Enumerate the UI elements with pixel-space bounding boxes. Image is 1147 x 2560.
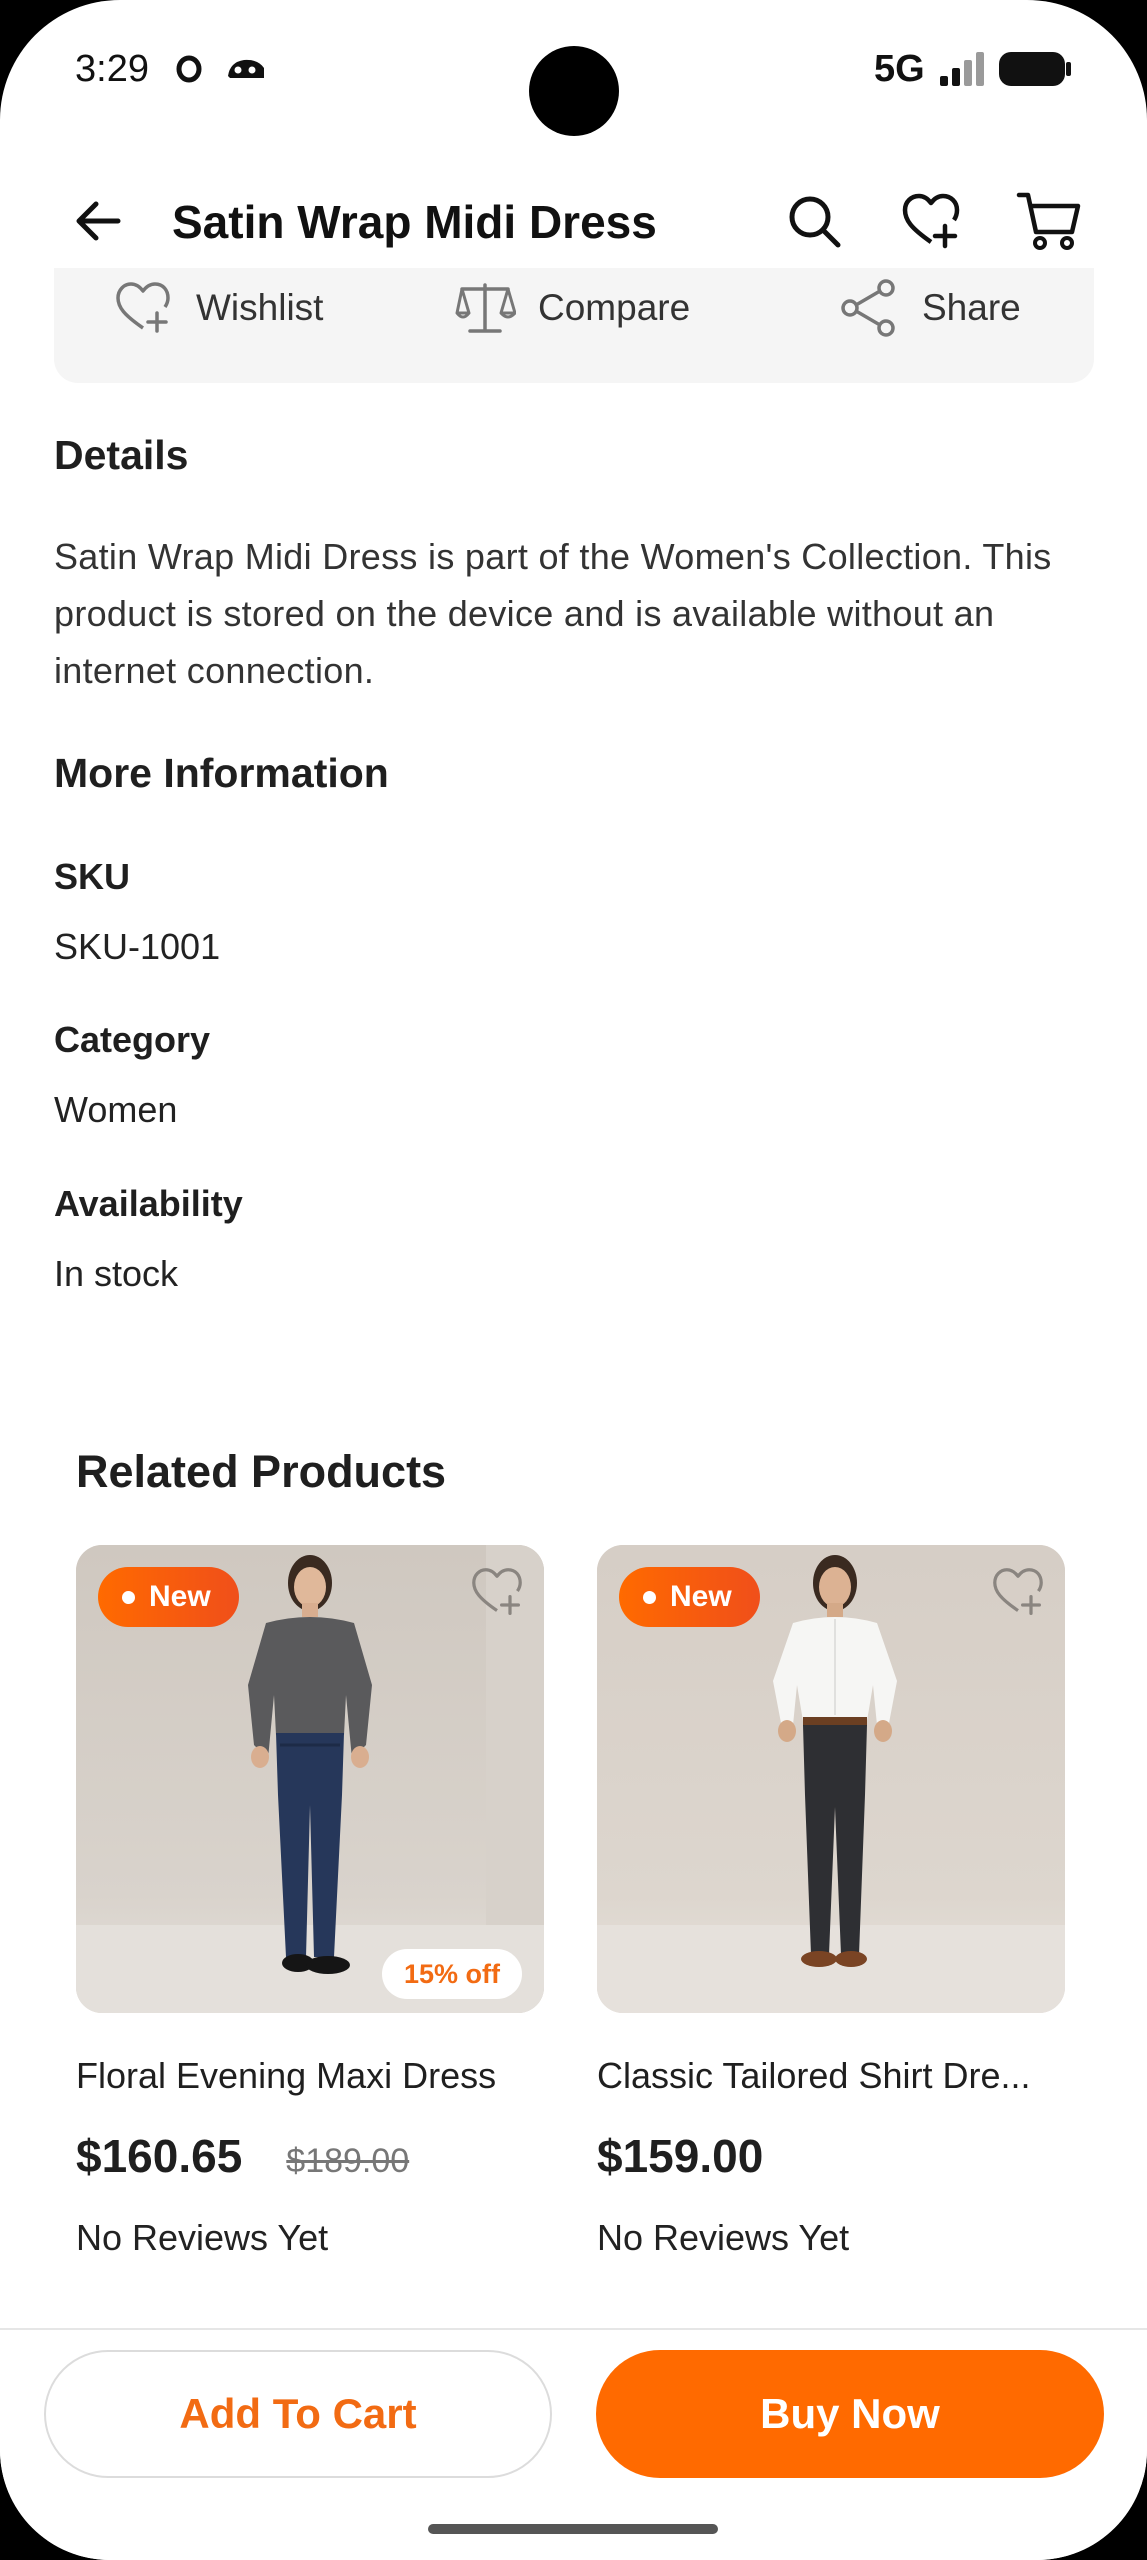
new-badge: New bbox=[98, 1567, 239, 1627]
category-value: Women bbox=[54, 1089, 178, 1130]
front-camera bbox=[529, 46, 619, 136]
new-badge: New bbox=[619, 1567, 760, 1627]
search-button[interactable] bbox=[776, 183, 852, 259]
product-old-price: $189.00 bbox=[286, 2142, 410, 2180]
home-indicator[interactable] bbox=[428, 2524, 718, 2534]
cart-button[interactable] bbox=[1011, 183, 1087, 259]
related-product-card[interactable]: New Classic Tailored Shirt Dre... $159.0… bbox=[597, 1545, 1065, 2259]
phone-screen: 3:29 5G Satin Wrap Midi Dress Wishlist C… bbox=[0, 0, 1147, 2560]
product-image[interactable]: New 15% off bbox=[76, 1545, 544, 2013]
sku-value: SKU-1001 bbox=[54, 926, 221, 967]
compare-action[interactable]: Compare bbox=[454, 268, 690, 348]
price-row: $159.00 bbox=[597, 2129, 1065, 2183]
new-badge-label: New bbox=[149, 1580, 211, 1613]
status-time: 3:29 bbox=[75, 48, 149, 90]
badge-dot bbox=[643, 1590, 656, 1604]
new-badge-label: New bbox=[670, 1580, 732, 1613]
price-row: $160.65 $189.00 bbox=[76, 2129, 544, 2183]
wishlist-action-label: Wishlist bbox=[196, 287, 324, 328]
card-wishlist-button[interactable] bbox=[987, 1561, 1049, 1623]
share-icon bbox=[838, 277, 900, 339]
related-products-heading: Related Products bbox=[76, 1446, 447, 1497]
availability-value: In stock bbox=[54, 1253, 179, 1294]
availability-label: Availability bbox=[54, 1183, 243, 1224]
related-product-card[interactable]: New 15% off Floral Evening Maxi Dress $1… bbox=[76, 1545, 544, 2259]
status-bar: 3:29 5G bbox=[0, 0, 1147, 150]
notification-circle-icon bbox=[176, 55, 202, 83]
product-image[interactable]: New bbox=[597, 1545, 1065, 2013]
compare-action-label: Compare bbox=[538, 287, 691, 328]
add-to-cart-button[interactable]: Add To Cart bbox=[44, 2350, 552, 2478]
discount-badge: 15% off bbox=[381, 1949, 522, 1999]
cart-icon bbox=[1016, 192, 1081, 250]
sku-label: SKU bbox=[54, 856, 131, 897]
heart-plus-icon bbox=[112, 277, 174, 339]
heart-plus-icon bbox=[902, 193, 960, 249]
details-text: Satin Wrap Midi Dress is part of the Wom… bbox=[54, 536, 1052, 691]
battery-icon bbox=[999, 52, 1071, 86]
share-action[interactable]: Share bbox=[838, 268, 1021, 348]
product-price: $159.00 bbox=[597, 2130, 764, 2182]
network-type: 5G bbox=[874, 48, 925, 90]
page-title: Satin Wrap Midi Dress bbox=[172, 196, 657, 248]
share-action-label: Share bbox=[922, 287, 1021, 328]
product-reviews: No Reviews Yet bbox=[76, 2217, 329, 2258]
card-wishlist-button[interactable] bbox=[466, 1561, 528, 1623]
heart-plus-icon bbox=[472, 1568, 522, 1615]
product-price: $160.65 bbox=[76, 2130, 243, 2182]
signal-strength-icon bbox=[940, 52, 984, 86]
details-heading: Details bbox=[54, 432, 189, 478]
heart-plus-icon bbox=[993, 1568, 1043, 1615]
product-reviews: No Reviews Yet bbox=[597, 2217, 850, 2258]
wishlist-action[interactable]: Wishlist bbox=[112, 268, 323, 348]
more-info-heading: More Information bbox=[54, 750, 389, 796]
wishlist-header-button[interactable] bbox=[893, 183, 969, 259]
product-name[interactable]: Floral Evening Maxi Dress bbox=[76, 2055, 544, 2097]
back-button[interactable] bbox=[62, 185, 134, 257]
product-name[interactable]: Classic Tailored Shirt Dre... bbox=[597, 2055, 1065, 2097]
search-icon bbox=[789, 196, 841, 248]
buy-now-button[interactable]: Buy Now bbox=[596, 2350, 1104, 2478]
back-arrow-icon bbox=[76, 201, 121, 241]
badge-dot bbox=[122, 1590, 135, 1604]
scale-icon bbox=[454, 277, 516, 339]
product-actions-strip: Wishlist Compare Share bbox=[54, 268, 1094, 383]
category-label: Category bbox=[54, 1019, 211, 1060]
car-link-icon bbox=[228, 59, 264, 78]
